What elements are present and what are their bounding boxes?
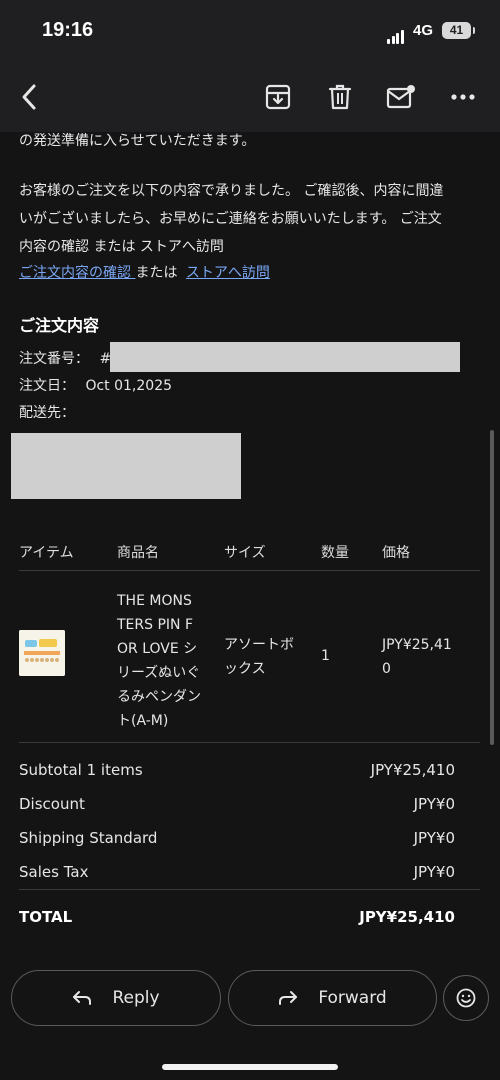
summary-value: JPY¥0 xyxy=(413,829,455,847)
redacted-order-number xyxy=(110,342,460,372)
col-header-qty: 数量 xyxy=(321,545,349,561)
product-name-line: リーズぬいぐ xyxy=(117,665,201,681)
trash-icon[interactable] xyxy=(323,80,357,114)
total-value: JPY¥25,410 xyxy=(359,908,455,926)
total-label: TOTAL xyxy=(19,908,73,926)
forward-icon xyxy=(278,990,298,1006)
summary-value: JPY¥0 xyxy=(413,795,455,813)
email-body[interactable]: の発送準備に入らせていただきます。 お客様のご注文を以下の内容で承りました。 ご… xyxy=(0,132,500,962)
product-name-line: ト(A-M) xyxy=(117,713,169,729)
divider xyxy=(19,889,480,890)
cell-signal-icon xyxy=(387,25,405,44)
col-header-size: サイズ xyxy=(224,545,266,561)
product-qty: 1 xyxy=(321,648,330,664)
intro-text: の発送準備に入らせていただきます。 xyxy=(19,133,256,149)
store-visit-link[interactable]: ストアへ訪問 xyxy=(186,265,270,281)
battery-icon: 41 xyxy=(442,22,475,39)
summary-label: Discount xyxy=(19,795,85,813)
summary-label: Subtotal 1 items xyxy=(19,761,143,779)
product-price: JPY¥25,41 0 xyxy=(382,633,472,681)
summary-label: Sales Tax xyxy=(19,863,89,881)
product-price-line: 0 xyxy=(382,661,391,677)
emoji-reaction-button[interactable] xyxy=(443,975,489,1021)
summary-value: JPY¥0 xyxy=(413,863,455,881)
product-name-line: るみペンダン xyxy=(117,689,201,705)
order-heading: ご注文内容 xyxy=(19,316,100,335)
product-thumbnail[interactable] xyxy=(19,630,65,676)
summary-value: JPY¥25,410 xyxy=(370,761,455,779)
mark-unread-icon[interactable] xyxy=(384,80,418,114)
product-name-line: THE MONS xyxy=(117,593,192,609)
forward-label: Forward xyxy=(318,988,387,1008)
scrollbar[interactable] xyxy=(490,430,494,745)
reply-label: Reply xyxy=(112,988,160,1008)
product-size: アソートボ ックス xyxy=(224,633,314,681)
paragraph-line: 内容の確認 または ストアへ訪問 xyxy=(19,239,224,255)
email-toolbar xyxy=(0,62,500,132)
divider xyxy=(19,742,480,743)
smiley-icon xyxy=(456,988,476,1008)
product-name-line: TERS PIN F xyxy=(117,617,194,633)
paragraph-line: いがございましたら、お早めにご連絡をお願いいたします。 ご注文 xyxy=(19,211,442,227)
col-header-price: 価格 xyxy=(382,545,410,561)
status-bar: 19:16 4G 41 xyxy=(0,0,500,62)
network-type: 4G xyxy=(413,22,434,39)
links-line: ご注文内容の確認 または ストアへ訪問 xyxy=(19,259,270,287)
col-header-name: 商品名 xyxy=(117,545,159,561)
order-date-label: 注文日： xyxy=(19,378,75,394)
reply-icon xyxy=(72,990,92,1006)
order-date-row: 注文日： Oct 01,2025 xyxy=(19,375,172,395)
order-date-value: Oct 01,2025 xyxy=(85,378,173,394)
order-number-label: 注文番号： xyxy=(19,351,89,367)
paragraph-line: お客様のご注文を以下の内容で承りました。 ご確認後、内容に間違 xyxy=(19,183,444,199)
archive-icon[interactable] xyxy=(261,80,295,114)
divider xyxy=(19,570,480,571)
product-price-line: JPY¥25,41 xyxy=(382,637,452,653)
product-size-line: アソートボ xyxy=(224,637,294,653)
status-time: 19:16 xyxy=(42,19,94,41)
forward-button[interactable]: Forward xyxy=(228,970,437,1026)
redacted-address xyxy=(11,433,241,499)
order-confirm-link[interactable]: ご注文内容の確認 xyxy=(19,265,135,281)
product-name-line: OR LOVE シ xyxy=(117,641,198,657)
or-text: または xyxy=(135,265,178,281)
home-indicator[interactable] xyxy=(162,1064,338,1070)
reply-button[interactable]: Reply xyxy=(11,970,221,1026)
order-number-row: 注文番号： # xyxy=(19,348,111,368)
ship-to-label: 配送先： xyxy=(19,405,75,421)
more-icon[interactable] xyxy=(446,80,480,114)
back-arrow-icon[interactable] xyxy=(12,80,46,114)
product-size-line: ックス xyxy=(224,661,266,677)
summary-label: Shipping Standard xyxy=(19,829,158,847)
product-name: THE MONS TERS PIN F OR LOVE シ リーズぬいぐ るみペ… xyxy=(117,589,217,733)
email-screen: 19:16 4G 41 の発送準備に入らせていただきます。 お客様のご注文を以下… xyxy=(0,0,500,1080)
col-header-item: アイテム xyxy=(19,545,74,561)
